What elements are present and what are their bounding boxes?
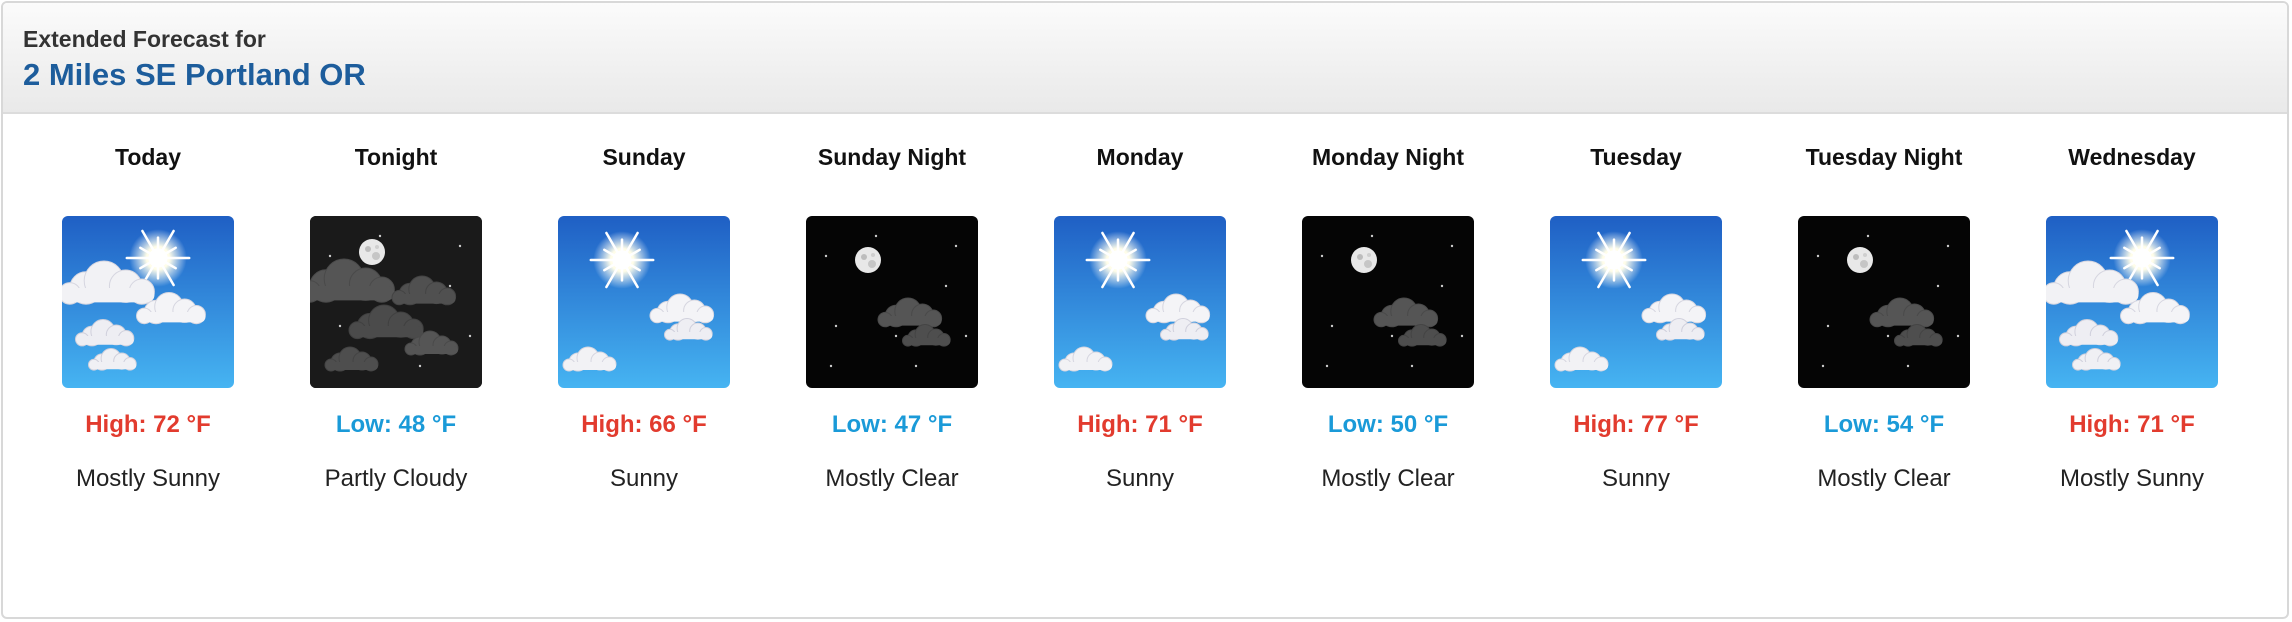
short-description: Sunny <box>1105 465 1175 492</box>
period-name: Sunday Night <box>817 144 967 170</box>
forecast-period: Monday Night Low: 50 °F Mostly Clear <box>1264 114 1512 494</box>
high-temperature: High: 72 °F <box>85 411 211 438</box>
forecast-period: Tonight Low: 48 °F Partly Cloudy <box>272 114 520 494</box>
period-name: Tuesday Night <box>1805 144 1963 170</box>
period-name: Today <box>114 144 182 170</box>
high-temperature: High: 71 °F <box>1077 411 1203 438</box>
forecast-row: Today High: 72 °F Mostly Sunny Tonight Low: … <box>3 114 2287 614</box>
forecast-period: Sunday High: 66 °F Sunny <box>520 114 768 494</box>
sunny-icon[interactable] <box>558 216 730 388</box>
forecast-period: Tuesday High: 77 °F Sunny <box>1512 114 1760 494</box>
short-description: Sunny <box>609 465 679 492</box>
forecast-period: Today High: 72 °F Mostly Sunny <box>24 114 272 494</box>
forecast-panel: Extended Forecast for 2 Miles SE Portlan… <box>1 1 2289 619</box>
short-description: Sunny <box>1601 465 1671 492</box>
forecast-period: Tuesday Night Low: 54 °F Mostly Clear <box>1760 114 2008 494</box>
forecast-period: Monday High: 71 °F Sunny <box>1016 114 1264 494</box>
mostly-clear-night-icon[interactable] <box>1302 216 1474 388</box>
forecast-subtitle: Extended Forecast for <box>23 26 266 52</box>
low-temperature: Low: 54 °F <box>1823 411 1945 438</box>
mostly-clear-night-icon[interactable] <box>806 216 978 388</box>
sunny-icon[interactable] <box>1054 216 1226 388</box>
forecast-period: Sunday Night Low: 47 °F Mostly Clear <box>768 114 1016 494</box>
low-temperature: Low: 47 °F <box>831 411 953 438</box>
short-description: Mostly Sunny <box>2059 465 2205 492</box>
period-name: Tuesday <box>1590 144 1682 170</box>
sunny-icon[interactable] <box>1550 216 1722 388</box>
panel-header: Extended Forecast for 2 Miles SE Portlan… <box>3 3 2287 114</box>
high-temperature: High: 71 °F <box>2069 411 2195 438</box>
forecast-period: Wednesday High: 71 °F Mostly Sunny <box>2008 114 2256 494</box>
mostly-sunny-icon[interactable] <box>2046 216 2218 388</box>
mostly-sunny-icon[interactable] <box>62 216 234 388</box>
short-description: Partly Cloudy <box>324 465 468 492</box>
high-temperature: High: 77 °F <box>1573 411 1699 438</box>
period-name: Monday Night <box>1311 144 1465 170</box>
short-description: Mostly Sunny <box>75 465 221 492</box>
short-description: Mostly Clear <box>1321 465 1455 492</box>
forecast-location: 2 Miles SE Portland OR <box>23 57 366 92</box>
low-temperature: Low: 50 °F <box>1327 411 1449 438</box>
short-description: Mostly Clear <box>1817 465 1951 492</box>
high-temperature: High: 66 °F <box>581 411 707 438</box>
period-name: Sunday <box>602 144 686 170</box>
short-description: Mostly Clear <box>825 465 959 492</box>
period-name: Tonight <box>354 144 438 170</box>
period-name: Wednesday <box>2068 144 2196 170</box>
period-name: Monday <box>1096 144 1184 170</box>
partly-cloudy-night-icon[interactable] <box>310 216 482 388</box>
low-temperature: Low: 48 °F <box>335 411 457 438</box>
mostly-clear-night-icon[interactable] <box>1798 216 1970 388</box>
